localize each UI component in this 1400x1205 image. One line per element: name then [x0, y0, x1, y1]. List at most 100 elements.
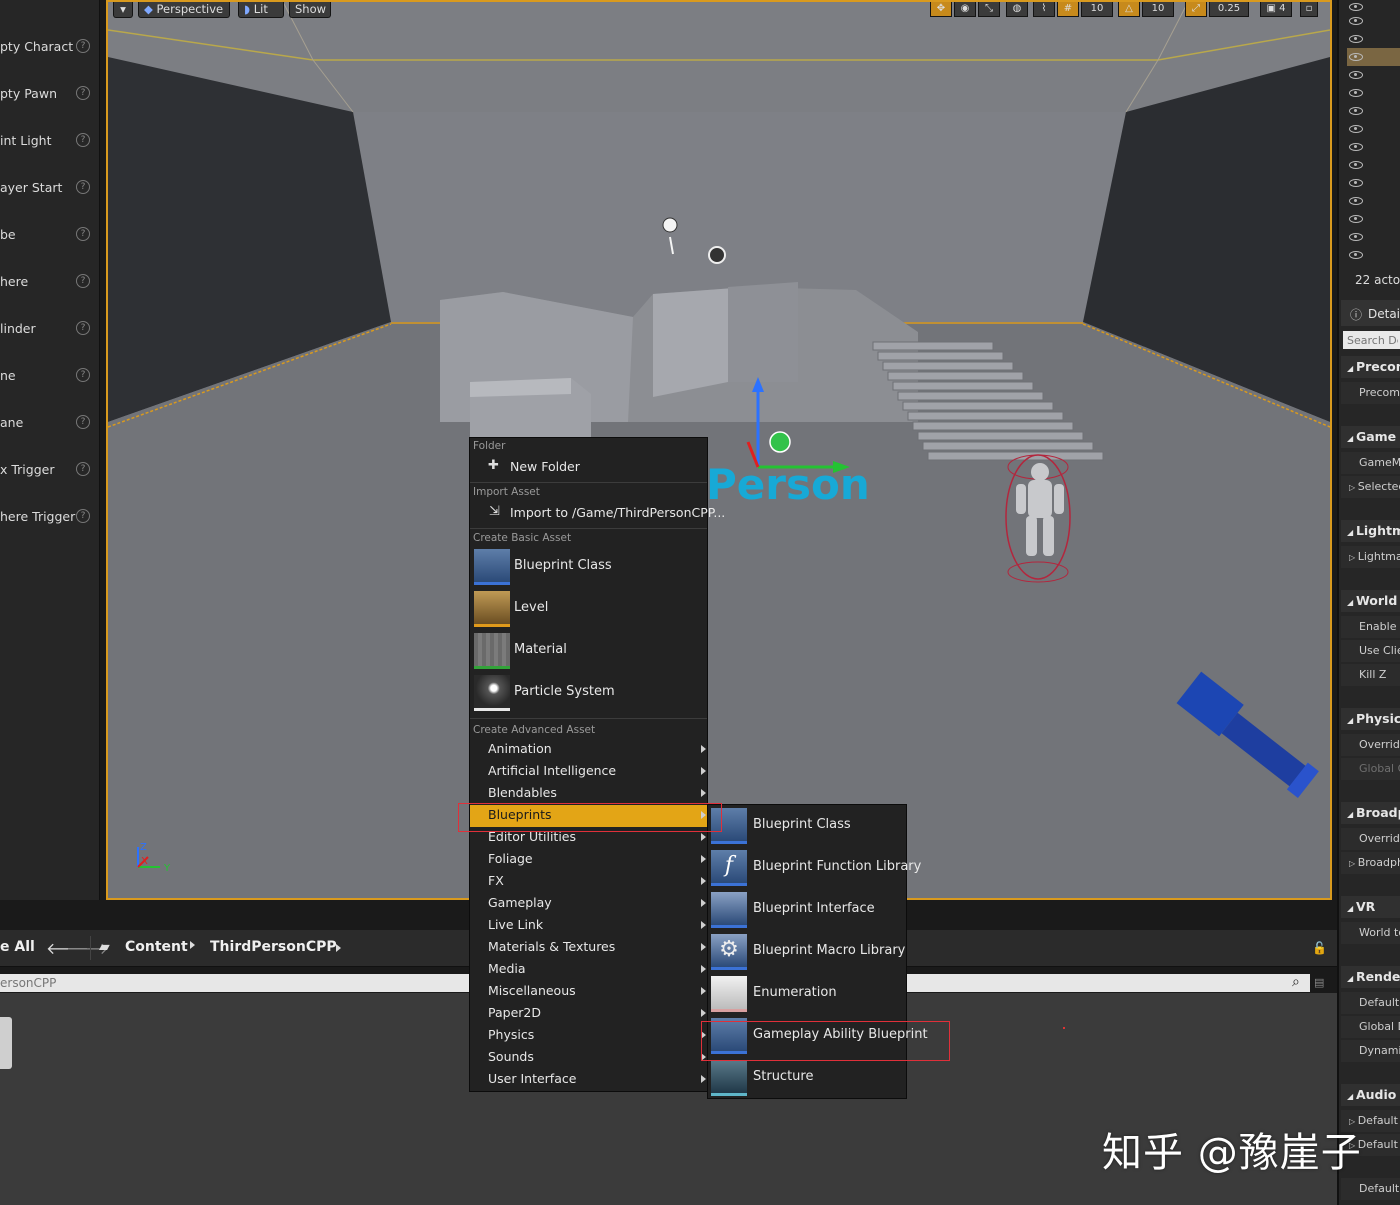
details-property-row[interactable]: Kill Z	[1341, 664, 1400, 686]
advanced-item-physics[interactable]: Physics	[488, 1024, 709, 1046]
advanced-item-animation[interactable]: Animation	[488, 738, 709, 760]
rotation-snap-icon[interactable]: △	[1118, 2, 1140, 17]
details-property-row[interactable]: Default M	[1341, 992, 1400, 1014]
grid-size-value[interactable]: 10	[1081, 2, 1113, 17]
world-space-icon[interactable]: ◍	[1006, 2, 1028, 17]
help-icon[interactable]: ?	[76, 274, 90, 288]
visibility-eye-icon[interactable]	[1349, 143, 1363, 151]
details-property-row[interactable]: ▷ Broadpha	[1341, 852, 1400, 874]
perspective-button[interactable]: ◆ Perspective	[138, 2, 230, 18]
details-search-input[interactable]	[1343, 331, 1400, 349]
help-icon[interactable]: ?	[76, 462, 90, 476]
advanced-item-artificial-intelligence[interactable]: Artificial Intelligence	[488, 760, 709, 782]
details-category[interactable]: ◢ Lightma	[1341, 520, 1400, 542]
basic-material[interactable]: Material	[474, 631, 706, 671]
help-icon[interactable]: ?	[76, 39, 90, 53]
grid-snap-icon[interactable]: #	[1057, 2, 1079, 17]
details-property-row[interactable]: Precomp	[1341, 382, 1400, 404]
details-category[interactable]: ◢ Broadph	[1341, 802, 1400, 824]
scale-tool-icon[interactable]: ⤡	[978, 2, 1000, 17]
import-item[interactable]: ⇲ Import to /Game/ThirdPersonCPP...	[470, 502, 725, 524]
advanced-item-foliage[interactable]: Foliage	[488, 848, 709, 870]
save-search-icon[interactable]: ▤	[1314, 976, 1324, 989]
basic-particle-system[interactable]: Particle System	[474, 673, 706, 713]
advanced-item-materials-textures[interactable]: Materials & Textures	[488, 936, 709, 958]
breadcrumb-thirdpersoncpp[interactable]: ThirdPersonCPP	[210, 939, 337, 955]
help-icon[interactable]: ?	[76, 133, 90, 147]
advanced-item-user-interface[interactable]: User Interface	[488, 1068, 709, 1090]
advanced-item-fx[interactable]: FX	[488, 870, 709, 892]
details-property-row[interactable]: ▷ Selected	[1341, 476, 1400, 498]
visibility-eye-icon[interactable]	[1349, 89, 1363, 97]
help-icon[interactable]: ?	[76, 86, 90, 100]
place-item-empty-pawn[interactable]: pty Pawn?	[0, 74, 97, 114]
details-property-row[interactable]: World to	[1341, 922, 1400, 944]
rotate-tool-icon[interactable]: ◉	[954, 2, 976, 17]
details-property-row[interactable]: ▷ Lightmas	[1341, 546, 1400, 568]
details-property-row[interactable]: Use Clien	[1341, 640, 1400, 662]
visibility-eye-icon[interactable]	[1349, 233, 1363, 241]
maximize-icon[interactable]: ▫	[1300, 2, 1318, 17]
details-property-row[interactable]: Default E	[1341, 1178, 1400, 1200]
viewport-options-button[interactable]: ▾	[113, 2, 133, 18]
scale-snap-value[interactable]: 0.25	[1209, 2, 1249, 17]
sub-blueprint-function-library[interactable]: f Blueprint Function Library	[711, 847, 921, 889]
expand-arrow-icon[interactable]: ▷	[1349, 553, 1358, 562]
advanced-item-blendables[interactable]: Blendables	[488, 782, 709, 804]
help-icon[interactable]: ?	[76, 180, 90, 194]
place-item-sphere[interactable]: here?	[0, 262, 97, 302]
details-category[interactable]: ◢ World	[1341, 590, 1400, 612]
visibility-eye-icon[interactable]	[1349, 161, 1363, 169]
details-category[interactable]: ◢ Precom	[1341, 356, 1400, 378]
details-property-row[interactable]: Dynamic	[1341, 1040, 1400, 1062]
basic-blueprint-class[interactable]: Blueprint Class	[474, 547, 706, 587]
details-category[interactable]: ◢ Renderi	[1341, 966, 1400, 988]
advanced-item-miscellaneous[interactable]: Miscellaneous	[488, 980, 709, 1002]
place-item-cube[interactable]: be?	[0, 215, 97, 255]
place-item-cylinder[interactable]: linder?	[0, 309, 97, 349]
show-button[interactable]: Show	[289, 2, 331, 18]
visibility-eye-icon[interactable]	[1349, 251, 1363, 259]
details-property-row[interactable]: Enable W	[1341, 616, 1400, 638]
sub-structure[interactable]: Structure	[711, 1057, 907, 1099]
visibility-eye-icon[interactable]	[1349, 53, 1363, 61]
visibility-eye-icon[interactable]	[1349, 3, 1363, 11]
advanced-item-gameplay[interactable]: Gameplay	[488, 892, 709, 914]
visibility-eye-icon[interactable]	[1349, 17, 1363, 25]
asset-thumbnail[interactable]	[0, 1017, 12, 1069]
lock-icon[interactable]: 🔓	[1312, 941, 1327, 955]
expand-arrow-icon[interactable]: ▷	[1349, 483, 1358, 492]
translate-tool-icon[interactable]: ✥	[930, 2, 952, 17]
help-icon[interactable]: ?	[76, 415, 90, 429]
visibility-eye-icon[interactable]	[1349, 71, 1363, 79]
advanced-item-media[interactable]: Media	[488, 958, 709, 980]
place-item-sphere-trigger[interactable]: here Trigger?	[0, 497, 97, 537]
help-icon[interactable]: ?	[76, 227, 90, 241]
breadcrumb-chevron-icon[interactable]	[190, 941, 195, 949]
place-item-player-start[interactable]: ayer Start?	[0, 168, 97, 208]
camera-speed-value[interactable]: ▣ 4	[1260, 2, 1292, 17]
sub-blueprint-interface[interactable]: Blueprint Interface	[711, 889, 907, 931]
details-property-row[interactable]: GameMo	[1341, 452, 1400, 474]
breadcrumb-content[interactable]: Content	[125, 939, 188, 955]
help-icon[interactable]: ?	[76, 509, 90, 523]
level-viewport[interactable]: Person Z X Y ▾ ◆ Perspective ◗ Lit Show …	[106, 0, 1332, 900]
visibility-eye-icon[interactable]	[1349, 107, 1363, 115]
sub-enumeration[interactable]: Enumeration	[711, 973, 907, 1015]
new-folder-item[interactable]: ✚ New Folder	[470, 456, 707, 478]
details-property-row[interactable]: Override	[1341, 828, 1400, 850]
help-icon[interactable]: ?	[76, 368, 90, 382]
breadcrumb-chevron-icon[interactable]	[336, 944, 341, 952]
surface-snap-icon[interactable]: ⌇	[1033, 2, 1055, 17]
place-item-plane[interactable]: ane?	[0, 403, 97, 443]
advanced-item-paper2d[interactable]: Paper2D	[488, 1002, 709, 1024]
details-tab[interactable]: ⓘ Detai	[1341, 300, 1400, 326]
details-category[interactable]: ◢ Game M	[1341, 426, 1400, 448]
rotation-snap-value[interactable]: 10	[1142, 2, 1174, 17]
visibility-eye-icon[interactable]	[1349, 197, 1363, 205]
place-item-empty-character[interactable]: pty Charact?	[0, 27, 97, 67]
details-category[interactable]: ◢ VR	[1341, 896, 1400, 918]
basic-level[interactable]: Level	[474, 589, 706, 629]
scale-snap-icon[interactable]: ⤢	[1185, 2, 1207, 17]
visibility-eye-icon[interactable]	[1349, 125, 1363, 133]
